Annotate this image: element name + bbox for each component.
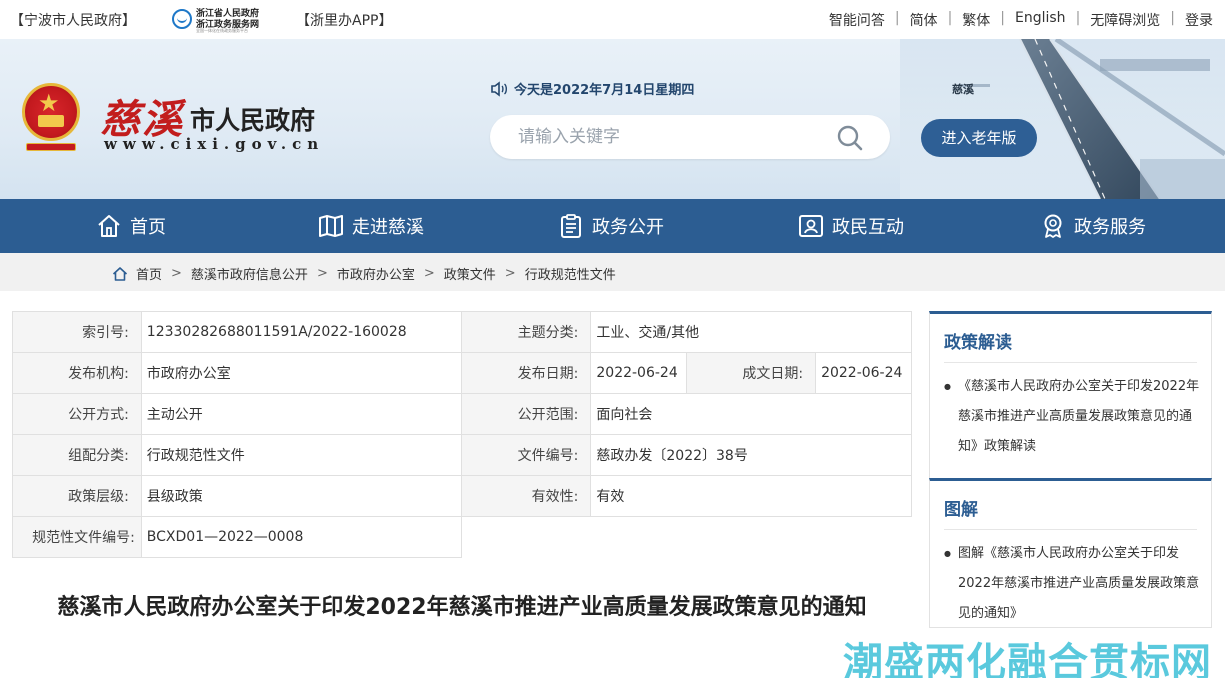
level-label: 政策层级:: [12, 475, 142, 517]
norm-no-label: 规范性文件编号:: [12, 516, 142, 558]
breadcrumb-separator: >: [171, 266, 182, 281]
topic-value: 工业、交通/其他: [590, 311, 912, 353]
speaker-icon: [491, 80, 507, 97]
index-no-label: 索引号:: [12, 311, 142, 353]
open-scope-value: 面向社会: [590, 393, 912, 435]
table-row: 组配分类: 行政规范性文件 文件编号: 慈政办发〔2022〕38号: [12, 434, 912, 476]
home-icon[interactable]: [112, 266, 128, 282]
top-right-links: 智能问答 | 简体 | 繁体 | English | 无障碍浏览 | 登录: [829, 10, 1213, 30]
watermark-text: 潮盛两化融合贯标网: [843, 640, 1212, 678]
smart-qa-link[interactable]: 智能问答: [829, 10, 885, 30]
map-icon: [319, 215, 343, 237]
brand-url: www.cixi.gov.cn: [104, 135, 325, 153]
breadcrumb-info-open[interactable]: 慈溪市政府信息公开: [191, 264, 308, 283]
nav-item-gov-affairs-label: 政务公开: [592, 217, 664, 238]
policy-interpretation-heading[interactable]: 政策解读: [944, 328, 1012, 353]
divider: |: [1000, 10, 1005, 26]
doc-no-value: 慈政办发〔2022〕38号: [590, 434, 912, 476]
divider: [944, 362, 1197, 363]
nav-item-gov-services-label: 政务服务: [1074, 217, 1146, 238]
open-scope-label: 公开范围:: [460, 393, 592, 435]
breadcrumb-normative-docs[interactable]: 行政规范性文件: [525, 264, 616, 283]
site-header: ★ 慈溪市人民政府 www.cixi.gov.cn 今天是2022年7月14日星…: [0, 39, 1225, 199]
ningbo-gov-link[interactable]: 【宁波市人民政府】: [10, 10, 136, 30]
nav-item-about-label: 走进慈溪: [352, 217, 424, 238]
contact-card-icon: [799, 215, 823, 237]
graphic-interpretation-panel: 图解 图解《慈溪市人民政府办公室关于印发2022年慈溪市推进产业高质量发展政策意…: [929, 478, 1212, 628]
date-text: 今天是2022年7月14日星期四: [514, 83, 695, 98]
zlb-app-link[interactable]: 【浙里办APP】: [296, 10, 392, 30]
open-mode-label: 公开方式:: [12, 393, 142, 435]
breadcrumb-policy-docs[interactable]: 政策文件: [444, 264, 496, 283]
breadcrumb-home[interactable]: 首页: [136, 264, 162, 283]
made-date-label: 成文日期:: [686, 352, 817, 394]
topic-label: 主题分类:: [460, 311, 592, 353]
divider: [944, 529, 1197, 530]
nav-item-about-cixi[interactable]: 走进慈溪: [318, 199, 424, 253]
group-label: 组配分类:: [12, 434, 142, 476]
login-link[interactable]: 登录: [1185, 10, 1213, 30]
publisher-label: 发布机构:: [12, 352, 142, 394]
nav-item-home-label: 首页: [130, 217, 166, 238]
elder-version-button[interactable]: 进入老年版: [921, 119, 1037, 157]
index-no-value: 12330282688011591A/2022-160028: [140, 311, 462, 353]
pub-date-label: 发布日期:: [460, 352, 592, 394]
validity-value: 有效: [590, 475, 912, 517]
pub-date-value: 2022-06-24: [590, 352, 688, 394]
home-icon: [98, 215, 120, 237]
table-row: 公开方式: 主动公开 公开范围: 面向社会: [12, 393, 912, 435]
graphic-interpretation-link[interactable]: 图解《慈溪市人民政府办公室关于印发2022年慈溪市推进产业高质量发展政策意见的通…: [944, 539, 1206, 629]
open-mode-value: 主动公开: [140, 393, 462, 435]
table-row: 规范性文件编号: BCXD01—2022—0008: [12, 516, 912, 558]
date-display: 今天是2022年7月14日星期四: [490, 79, 694, 98]
search-box: [490, 115, 890, 159]
main-nav: 首页 走进慈溪 政务公开 政民互动 政务服务: [0, 199, 1225, 253]
traditional-link[interactable]: 繁体: [962, 10, 990, 30]
top-bar: 【宁波市人民政府】 浙江省人民政府 浙江政务服务网 全国一体化在线政务服务平台 …: [0, 0, 1225, 39]
zhejiang-logo-icon: [172, 9, 192, 29]
divider: |: [947, 10, 953, 26]
clipboard-icon: [561, 214, 581, 238]
zj-logo-line3: 全国一体化在线政务服务平台: [196, 28, 248, 33]
search-input[interactable]: [518, 115, 818, 159]
empty-cell: [461, 516, 912, 558]
national-emblem-icon: ★: [18, 83, 84, 153]
divider: |: [1075, 10, 1081, 26]
article-title: 慈溪市人民政府办公室关于印发2022年慈溪市推进产业高质量发展政策意见的通知: [57, 595, 867, 620]
doc-no-label: 文件编号:: [460, 434, 592, 476]
level-value: 县级政策: [140, 475, 462, 517]
nav-item-interaction[interactable]: 政民互动: [798, 199, 904, 253]
bridge-label: 慈溪: [952, 83, 974, 96]
medal-icon: [1044, 214, 1062, 238]
nav-item-home[interactable]: 首页: [96, 199, 166, 253]
breadcrumb-separator: >: [504, 266, 516, 281]
brand-gov-name: 市人民政府: [190, 106, 316, 135]
divider: |: [1170, 10, 1175, 26]
table-row: 发布机构: 市政府办公室 发布日期: 2022-06-24 成文日期: 2022…: [12, 352, 912, 394]
accessibility-link[interactable]: 无障碍浏览: [1090, 10, 1160, 30]
nav-item-gov-services[interactable]: 政务服务: [1040, 199, 1146, 253]
publisher-value: 市政府办公室: [140, 352, 462, 394]
norm-no-value: BCXD01—2022—0008: [140, 516, 462, 558]
nav-item-interaction-label: 政民互动: [832, 217, 904, 238]
policy-interpretation-link[interactable]: 《慈溪市人民政府办公室关于印发2022年慈溪市推进产业高质量发展政策意见的通知》…: [944, 372, 1206, 462]
nav-item-gov-affairs-open[interactable]: 政务公开: [558, 199, 664, 253]
validity-label: 有效性:: [460, 475, 592, 517]
search-icon[interactable]: [836, 124, 864, 152]
breadcrumb-separator: >: [423, 266, 435, 281]
group-value: 行政规范性文件: [140, 434, 462, 476]
english-link[interactable]: English: [1015, 10, 1066, 30]
policy-interpretation-panel: 政策解读 《慈溪市人民政府办公室关于印发2022年慈溪市推进产业高质量发展政策意…: [929, 311, 1212, 481]
table-row: 索引号: 12330282688011591A/2022-160028 主题分类…: [12, 311, 912, 353]
document-metadata-table: 索引号: 12330282688011591A/2022-160028 主题分类…: [12, 311, 912, 558]
divider: |: [894, 10, 900, 26]
made-date-value: 2022-06-24: [815, 352, 912, 394]
table-row: 政策层级: 县级政策 有效性: 有效: [12, 475, 912, 517]
breadcrumb-separator: >: [316, 266, 328, 281]
breadcrumb: 首页 > 慈溪市政府信息公开 > 市政府办公室 > 政策文件 > 行政规范性文件: [0, 253, 1225, 291]
zhejiang-gov-logo[interactable]: 浙江省人民政府 浙江政务服务网 全国一体化在线政务服务平台: [172, 6, 262, 34]
breadcrumb-office[interactable]: 市政府办公室: [337, 264, 415, 283]
simplified-link[interactable]: 简体: [910, 10, 938, 30]
graphic-interpretation-heading[interactable]: 图解: [944, 495, 978, 520]
